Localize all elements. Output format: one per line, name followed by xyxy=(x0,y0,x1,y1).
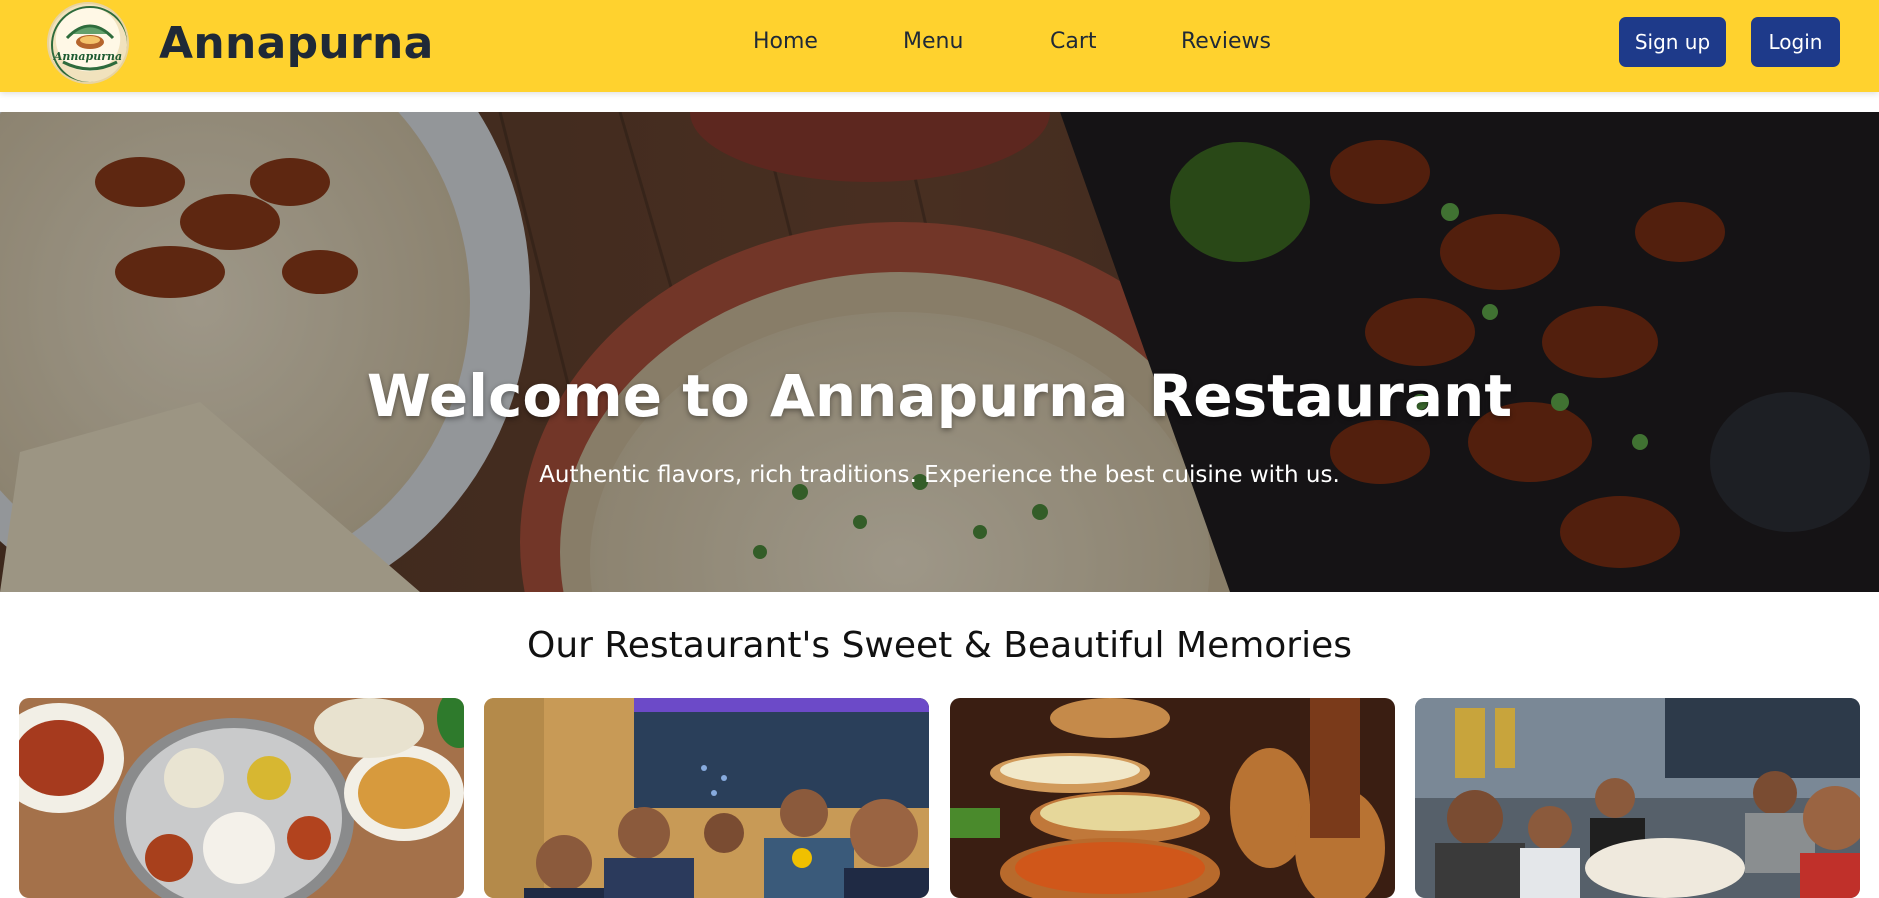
signup-button[interactable]: Sign up xyxy=(1619,17,1726,67)
login-button[interactable]: Login xyxy=(1751,17,1840,67)
hero-overlay xyxy=(0,112,1879,592)
memory-photo-thali[interactable] xyxy=(19,698,464,898)
logo-text: Annapurna xyxy=(53,50,123,63)
memory-photo-family-dinner[interactable] xyxy=(1415,698,1860,898)
site-header: Annapurna Annapurna Home Menu Cart Revie… xyxy=(0,0,1879,92)
nav-reviews[interactable]: Reviews xyxy=(1181,29,1271,54)
hero-title: Welcome to Annapurna Restaurant xyxy=(366,362,1513,430)
annapurna-logo-icon[interactable]: Annapurna xyxy=(47,2,129,84)
memory-photo-buffet[interactable] xyxy=(950,698,1395,898)
brand-name[interactable]: Annapurna xyxy=(159,18,434,69)
memory-photo-diners[interactable] xyxy=(484,698,929,898)
nav-menu[interactable]: Menu xyxy=(903,29,963,54)
nav-cart[interactable]: Cart xyxy=(1050,29,1097,54)
hero-subtitle: Authentic flavors, rich traditions. Expe… xyxy=(539,462,1340,488)
nav-home[interactable]: Home xyxy=(753,29,818,54)
hero-banner: Welcome to Annapurna Restaurant Authenti… xyxy=(0,112,1879,592)
memories-title: Our Restaurant's Sweet & Beautiful Memor… xyxy=(526,625,1353,666)
